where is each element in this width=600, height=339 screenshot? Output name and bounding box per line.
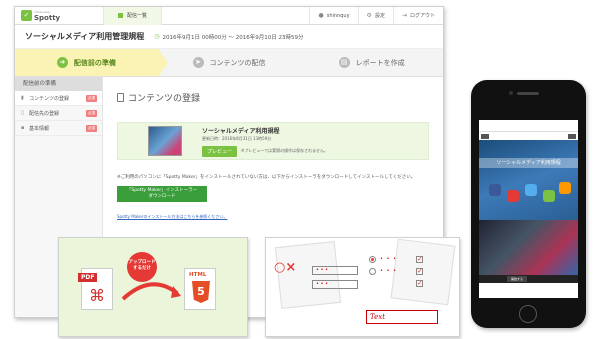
sidebar-item-label: 基本情報 [29,125,50,132]
phone-screen-header [479,120,578,132]
install-help-link[interactable]: Spotty Makerのインストール方法はこちらを参照ください。 [117,214,429,220]
user-menu[interactable]: ● shinnquy [309,7,357,25]
install-info: ※ご利用のパソコンに「Spotty Maker」をインストールされていない方は、… [117,175,416,180]
phone-image [479,220,578,275]
required-badge: 必須 [86,124,97,132]
logo[interactable]: ✓ Infoanswer Spotty [15,7,103,25]
required-badge: 必須 [86,109,97,117]
sidebar-item-label: コンテンツの登録 [29,95,70,102]
checkbox-checked-icon: ✓ [416,255,423,263]
logout-button[interactable]: ⇥ ログアウト [392,7,443,25]
clock-icon: ◷ [154,33,160,40]
section-heading: コンテンツの登録 [117,91,429,104]
menu-icon[interactable] [481,133,489,139]
logout-icon: ⇥ [401,12,407,19]
download-button[interactable]: 「Spotty Maker」インストーラー ダウンロード [117,186,207,202]
user-icon: ● [318,12,324,19]
camera-icon [509,91,513,95]
required-badge: 必須 [86,94,97,102]
radio-icon [369,268,376,275]
app-icon [489,184,501,196]
page-title: ソーシャルメディア利用管理規程 [25,32,145,41]
content-thumbnail [148,126,182,156]
option-dots: • • • [380,268,398,274]
choice-option: • • • [312,266,358,275]
step-prepare[interactable]: ➜ 配信前の準備 [15,49,168,77]
settings-label: 設定 [374,13,385,19]
html5-shield-icon: 5 [192,281,210,303]
title-bar: ソーシャルメディア利用管理規程 ◷ 2016年9月1日 00時00分 〜 201… [15,25,443,49]
smartphone-preview: ソーシャルメディア利用規程 開始する [471,80,586,328]
sidebar-item-label: 配信先の登録 [29,110,60,117]
html-label: HTML [189,272,207,278]
radio-selected-icon [369,256,376,263]
step-label: レポートを作成 [355,58,405,67]
content-card: ソーシャルメディア利用規程 更新日時：2016年8月31日 13時59分 プレビ… [117,122,429,160]
start-button[interactable]: 開始する [507,276,527,282]
phone-nav: 開始する [479,275,578,283]
bubble-text-2: するだけ [133,266,151,271]
logo-name: Spotty [34,14,61,22]
phone-screen: ソーシャルメディア利用規程 開始する [479,120,578,298]
phone-screen-title: ソーシャルメディア利用規程 [479,158,578,168]
step-report[interactable]: ▤ レポートを作成 [300,49,443,76]
content-icon: ▮ [21,95,24,101]
app-icon [525,184,537,196]
true-false-icon: ○× [274,260,297,275]
checkbox-checked-icon: ✓ [416,279,423,287]
app-icon [559,182,571,194]
prepare-arrow-icon: ➜ [56,57,68,68]
nav-tab-label: 配信一覧 [127,12,148,19]
heading-text: コンテンツの登録 [128,94,201,104]
gear-icon: ⚙ [366,12,372,19]
app-icon [507,190,519,202]
upload-bubble: アップロード するだけ [127,252,157,282]
document-icon: ▤ [338,57,350,68]
send-icon: ➤ [192,57,204,68]
download-label-2: ダウンロード [148,194,176,199]
list-icon [118,13,123,18]
document-icon [117,93,124,102]
delivery-period: 2016年9月1日 00時00分 〜 2016年9月10日 23時59分 [162,34,304,41]
acrobat-icon: ⌘ [89,286,105,305]
content-updated: 更新日時：2016年8月31日 13時59分 [202,135,272,141]
speaker-icon [517,92,539,95]
preview-note: ※プレビューでは実際の操作は保存されません。 [241,148,329,153]
home-button[interactable] [519,305,537,323]
quiz-sheet [390,238,456,306]
content-name: ソーシャルメディア利用規程 [202,127,280,135]
preview-button[interactable]: プレビュー [202,145,238,157]
info-icon: ▪ [21,125,25,131]
logout-label: ログアウト [409,13,435,19]
sidebar-header: 配信前の準備 [15,77,102,91]
settings-button[interactable]: ⚙ 設定 [357,7,393,25]
choice-option: • • • [312,280,358,289]
option-dots: • • • [380,256,398,262]
destination-icon: ▯ [21,110,24,116]
nav-tab-delivery-list[interactable]: 配信一覧 [103,7,163,25]
quiz-elements-card: ○× • • • • • • • • • • • • ✓ ✓ ✓ Text [265,237,460,337]
sidebar-item-content[interactable]: ▮ コンテンツの登録 必須 [15,91,102,106]
sidebar-item-basic-info[interactable]: ▪ 基本情報 必須 [15,121,102,136]
pdf-label: PDF [78,273,98,282]
pdf-file-icon: PDF ⌘ [78,268,113,310]
top-bar: ✓ Infoanswer Spotty 配信一覧 ● shinnquy ⚙ 設定… [15,7,443,25]
quiz-sheet [274,241,342,309]
step-label: 配信前の準備 [73,58,116,67]
step-label: コンテンツの配信 [209,58,266,67]
app-icon [543,190,555,202]
close-icon[interactable] [568,133,576,139]
text-input-sample: Text [366,310,438,324]
pdf-to-html-card: PDF ⌘ アップロード するだけ HTML 5 [58,237,248,337]
checkbox-checked-icon: ✓ [416,267,423,275]
step-deliver[interactable]: ➤ コンテンツの配信 [158,49,301,76]
step-tabs: ➜ 配信前の準備 ➤ コンテンツの配信 ▤ レポートを作成 [15,49,443,77]
phone-cover: ソーシャルメディア利用規程 [479,140,578,220]
user-name: shinnquy [326,12,350,19]
sidebar-item-destination[interactable]: ▯ 配信先の登録 必須 [15,106,102,121]
html5-file-icon: HTML 5 [184,268,216,310]
logo-mark-icon: ✓ [21,10,32,21]
